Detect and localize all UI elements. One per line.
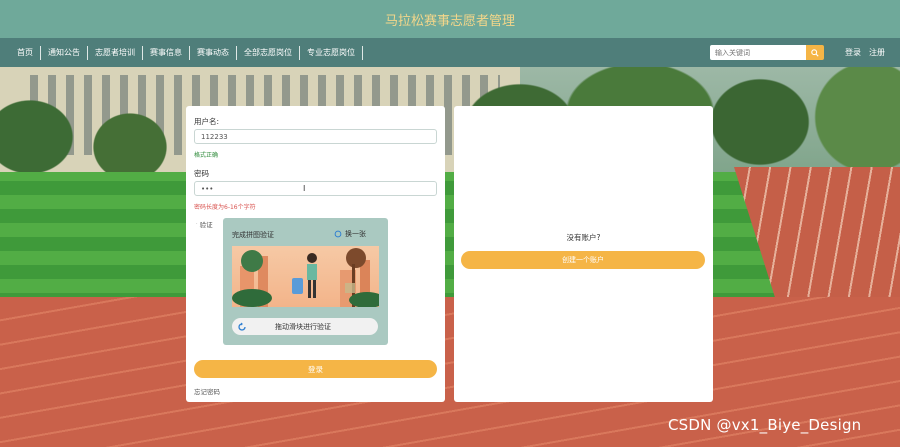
text-cursor-icon: I bbox=[303, 184, 306, 193]
site-header: 马拉松赛事志愿者管理 bbox=[0, 0, 900, 38]
background-image bbox=[0, 67, 900, 447]
verify-marker-icon: · bbox=[196, 221, 198, 227]
username-hint: 格式正确 bbox=[194, 152, 219, 159]
verify-label: 验证 bbox=[199, 221, 213, 229]
captcha-slider[interactable]: 拖动滑块进行验证 bbox=[232, 318, 378, 335]
refresh-icon bbox=[334, 230, 342, 238]
password-label: 密码 bbox=[194, 169, 209, 178]
slider-handle[interactable] bbox=[235, 320, 248, 333]
captcha-panel: 完成拼图验证 换一张 拖动滑块进行验证 bbox=[223, 218, 388, 345]
username-value: 112233 bbox=[201, 132, 228, 141]
nav-links: 首页 通知公告 志愿者培训 赛事信息 赛事动态 全部志愿岗位 专业志愿岗位 bbox=[0, 38, 363, 67]
captcha-title: 完成拼图验证 bbox=[232, 231, 274, 239]
captcha-puzzle-image bbox=[232, 246, 379, 307]
nav-item-race-info[interactable]: 赛事信息 bbox=[143, 45, 190, 60]
navbar: 首页 通知公告 志愿者培训 赛事信息 赛事动态 全部志愿岗位 专业志愿岗位 登录… bbox=[0, 38, 900, 67]
password-input[interactable]: ••• I bbox=[194, 181, 437, 196]
nav-item-all-positions[interactable]: 全部志愿岗位 bbox=[237, 45, 300, 60]
search-icon bbox=[811, 48, 819, 57]
refresh-arrow-icon bbox=[237, 322, 246, 331]
nav-item-training[interactable]: 志愿者培训 bbox=[88, 45, 143, 60]
verify-label-row: · 验证 bbox=[196, 219, 213, 229]
captcha-refresh-button[interactable]: 换一张 bbox=[334, 229, 366, 239]
site-title: 马拉松赛事志愿者管理 bbox=[384, 13, 515, 29]
auth-links: 登录 注册 bbox=[845, 47, 885, 58]
username-label: 用户名: bbox=[194, 117, 220, 126]
nav-item-pro-positions[interactable]: 专业志愿岗位 bbox=[300, 45, 363, 60]
nav-item-home[interactable]: 首页 bbox=[10, 45, 41, 60]
puzzle-illustration bbox=[232, 248, 379, 307]
password-hint: 密码长度为6-16个字符 bbox=[194, 204, 256, 211]
nav-register-link[interactable]: 注册 bbox=[869, 47, 885, 58]
login-card: 用户名: 112233 格式正确 密码 ••• I 密码长度为6-16个字符 ·… bbox=[186, 106, 445, 402]
slider-text: 拖动滑块进行验证 bbox=[275, 322, 331, 331]
forgot-password-link[interactable]: 忘记密码 bbox=[194, 386, 220, 396]
watermark: CSDN @vx1_Biye_Design bbox=[668, 416, 862, 434]
register-card: 没有账户? 创建一个账户 bbox=[454, 106, 713, 402]
nav-login-link[interactable]: 登录 bbox=[845, 47, 861, 58]
search-input[interactable] bbox=[710, 45, 806, 60]
login-button[interactable]: 登录 bbox=[194, 360, 437, 378]
nav-item-notices[interactable]: 通知公告 bbox=[41, 45, 88, 60]
nav-item-race-news[interactable]: 赛事动态 bbox=[190, 45, 237, 60]
create-account-button[interactable]: 创建一个账户 bbox=[461, 251, 705, 269]
password-value: ••• bbox=[201, 184, 214, 193]
username-input[interactable]: 112233 bbox=[194, 129, 437, 144]
captcha-refresh-label: 换一张 bbox=[345, 230, 366, 238]
search-button[interactable] bbox=[806, 45, 824, 60]
search-bar bbox=[710, 45, 824, 60]
no-account-text: 没有账户? bbox=[566, 233, 601, 242]
